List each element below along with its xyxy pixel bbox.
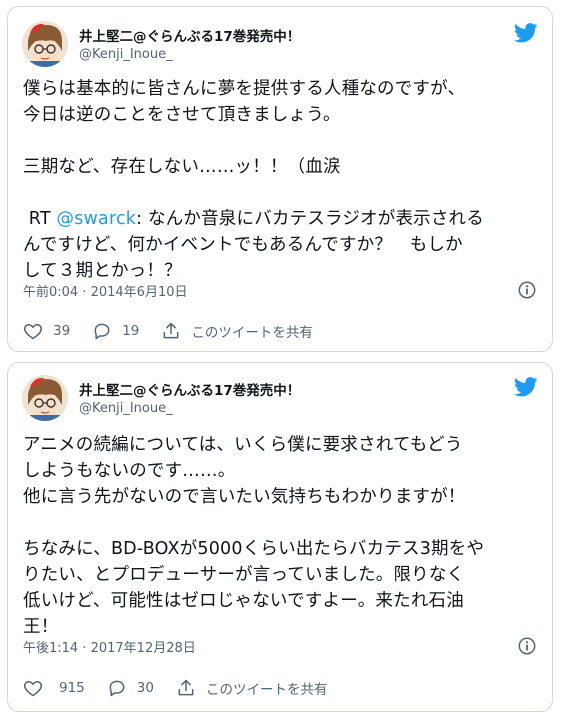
info-icon[interactable] [518, 281, 536, 299]
tweet-actions: 915 30 このツイートを共有 [23, 677, 538, 699]
reply-icon [94, 323, 110, 340]
reply-icon [109, 680, 125, 697]
user-handle[interactable]: @Kenji_Inoue_ [79, 47, 173, 62]
avatar[interactable] [22, 21, 68, 67]
like-count: 39 [53, 323, 71, 339]
avatar[interactable] [22, 375, 68, 421]
reply-count: 19 [122, 323, 140, 339]
tweet-card[interactable]: 井上堅二@ぐらんぶる17巻発売中！ @Kenji_Inoue_ アニメの続編につ… [7, 362, 553, 712]
info-icon[interactable] [518, 637, 536, 655]
like-button[interactable]: 39 [23, 321, 70, 341]
tweet-text: 僕らは基本的に皆さんに夢を提供する人種なのですが、 今日は逆のことをさせて頂きま… [23, 76, 538, 284]
display-name[interactable]: 井上堅二@ぐらんぶる17巻発売中！ [79, 25, 300, 45]
tweet-text: アニメの続編については、いくら僕に要求されてもどう しようもないのです……。 他… [23, 435, 485, 637]
display-name[interactable]: 井上堅二@ぐらんぶる17巻発売中！ [79, 379, 300, 399]
tweet-text-part1: 僕らは基本的に皆さんに夢を提供する人種なのですが、 今日は逆のことをさせて頂きま… [23, 79, 466, 229]
share-label: このツイートを共有 [191, 325, 313, 341]
reply-button[interactable]: 19 [92, 321, 139, 341]
like-count: 915 [59, 680, 85, 696]
reply-button[interactable]: 30 [107, 678, 154, 698]
like-button[interactable]: 915 [23, 678, 85, 698]
share-icon [163, 322, 179, 339]
user-handle[interactable]: @Kenji_Inoue_ [79, 401, 173, 416]
twitter-bird-icon[interactable] [514, 23, 538, 43]
tweet-actions: 39 19 このツイートを共有 [23, 320, 538, 342]
heart-icon [24, 324, 42, 340]
mention-link[interactable]: @swarck [57, 209, 137, 229]
share-icon [178, 679, 194, 696]
twitter-bird-icon[interactable] [514, 377, 538, 397]
heart-icon [24, 681, 42, 697]
tweet-card[interactable]: 井上堅二@ぐらんぶる17巻発売中！ @Kenji_Inoue_ 僕らは基本的に皆… [7, 6, 553, 352]
tweet-timestamp[interactable]: 午前0:04 · 2014年6月10日 [23, 281, 188, 300]
share-label: このツイートを共有 [205, 682, 328, 698]
tweet-timestamp[interactable]: 午後1:14 · 2017年12月28日 [23, 637, 196, 656]
share-button[interactable]: このツイートを共有 [176, 678, 328, 698]
reply-count: 30 [136, 680, 154, 696]
share-button[interactable]: このツイートを共有 [161, 321, 313, 341]
